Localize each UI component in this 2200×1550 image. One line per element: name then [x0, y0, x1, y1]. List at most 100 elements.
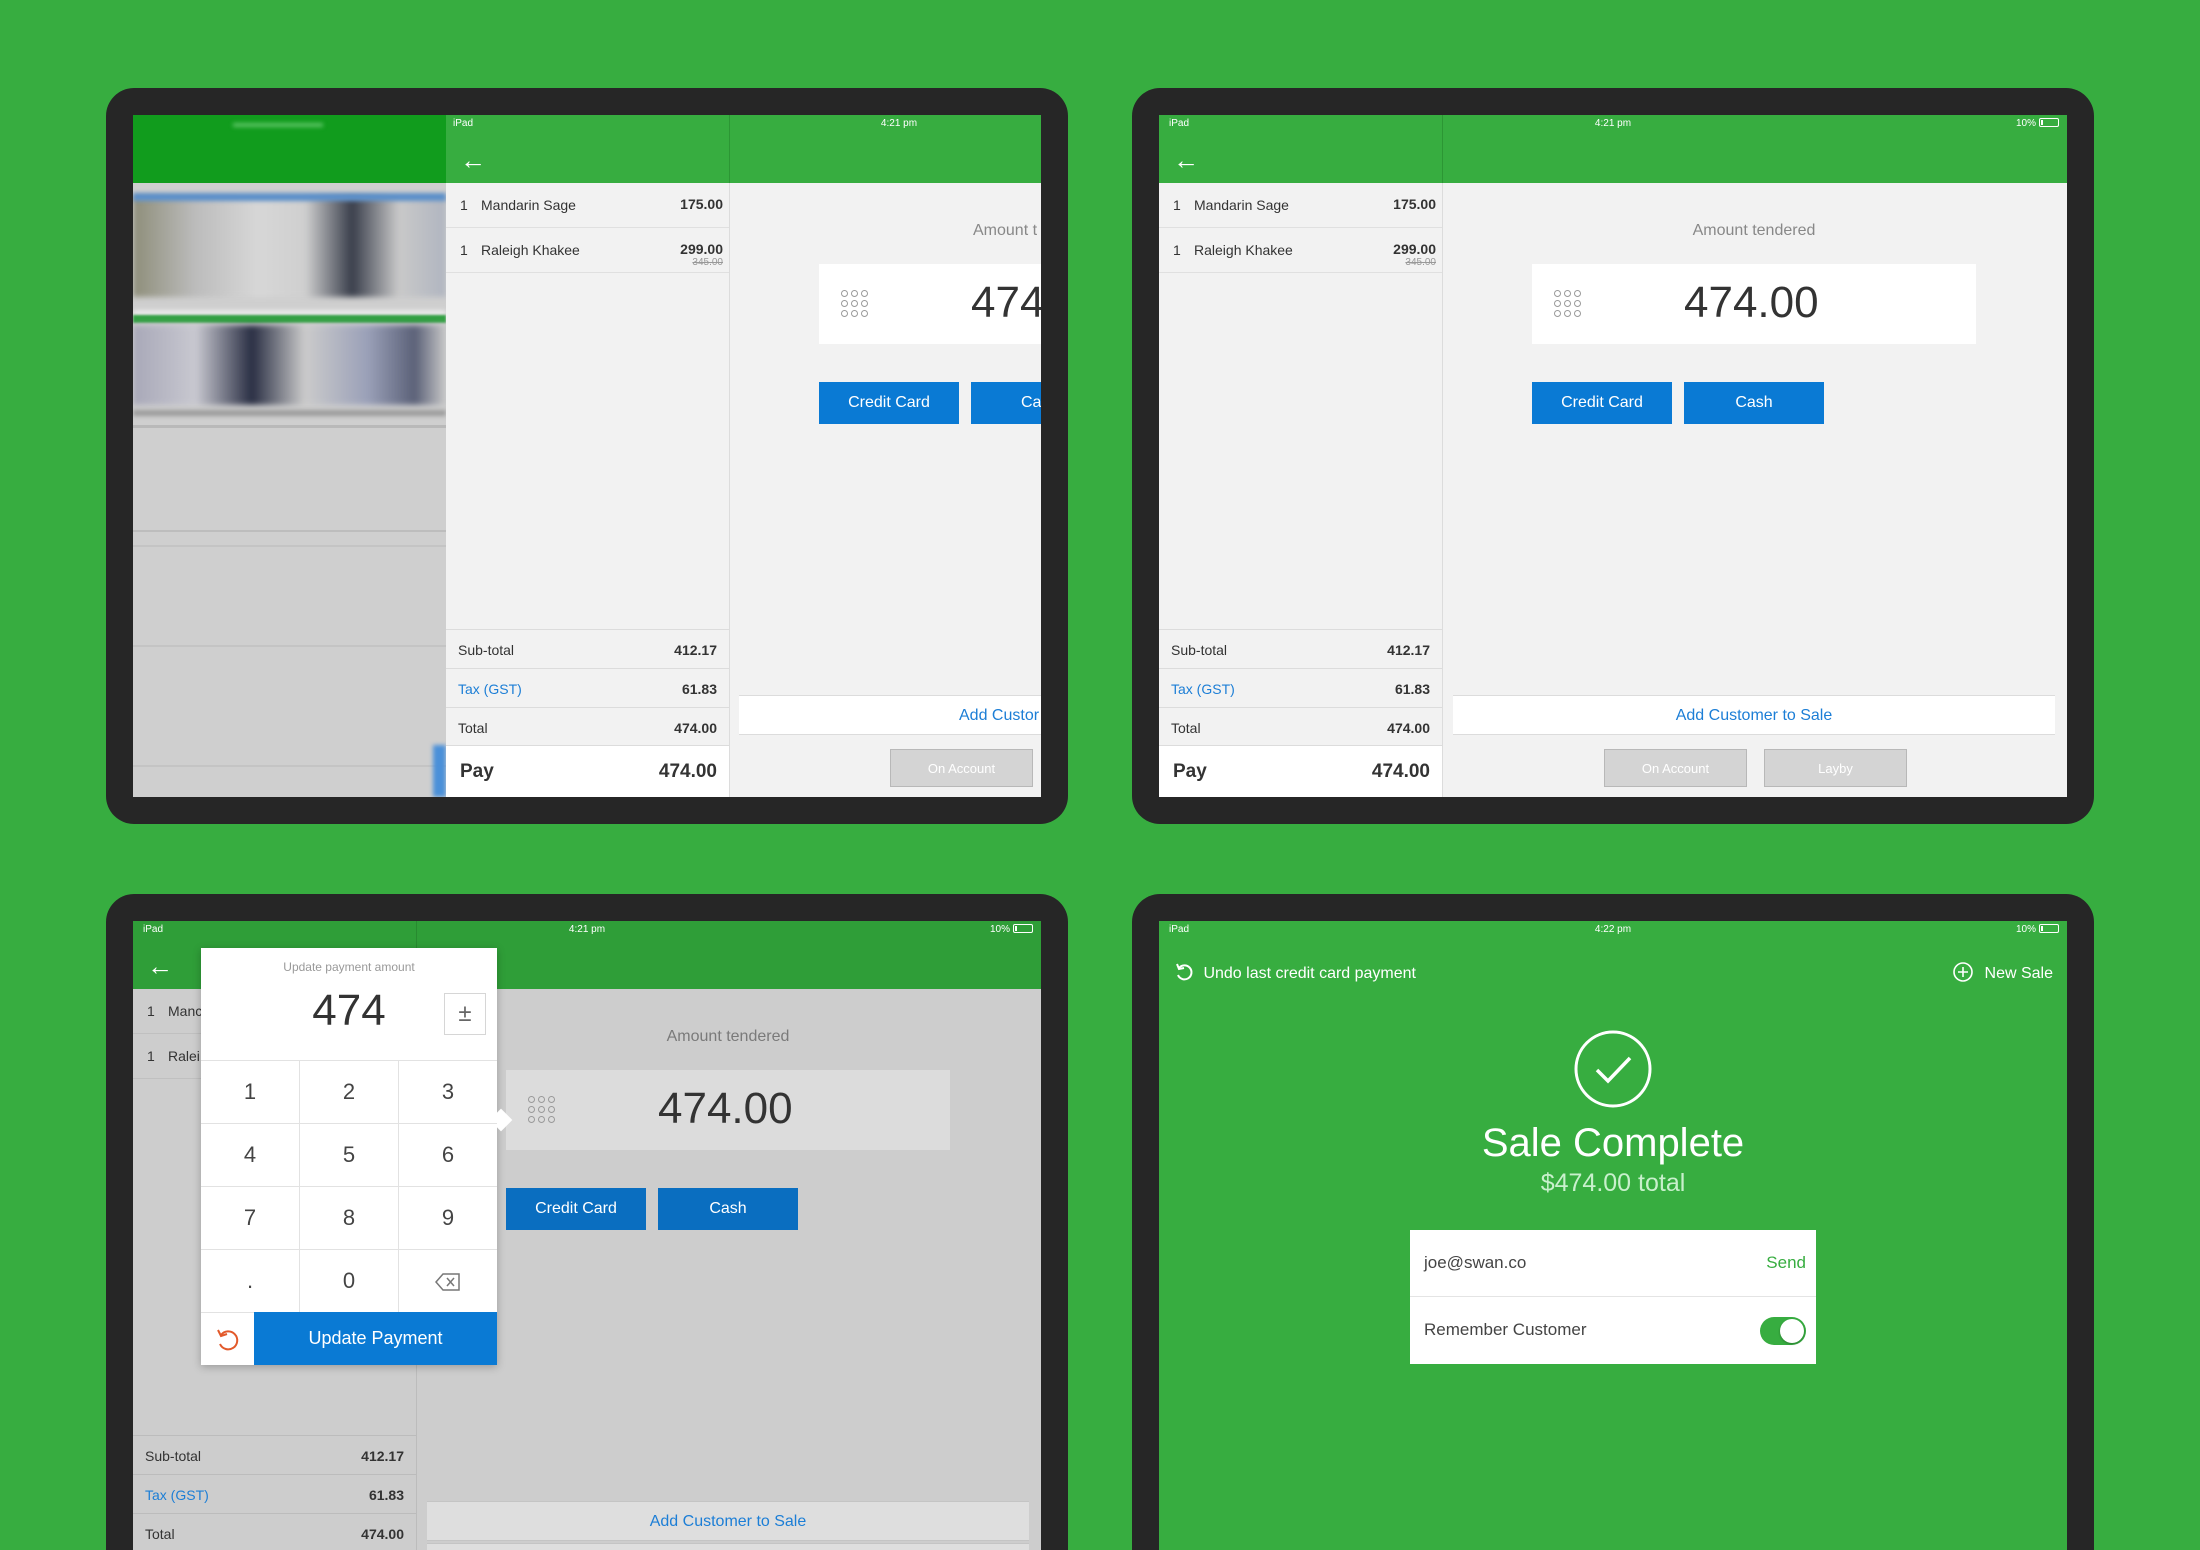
ipad-device-d: iPad 4:22 pm 10% Undo last credit card p… — [1132, 894, 2094, 1550]
back-arrow-icon[interactable]: ← — [1173, 147, 1199, 173]
keypad-icon[interactable] — [528, 1096, 556, 1124]
keypad-key[interactable]: . — [201, 1250, 300, 1313]
send-button[interactable]: Send — [1766, 1253, 1806, 1273]
update-payment-button[interactable]: Update Payment — [254, 1312, 497, 1365]
keypad-key[interactable]: 4 — [201, 1124, 300, 1187]
on-account-button[interactable]: On Account — [890, 749, 1033, 787]
amount-value: 474 — [971, 278, 1041, 327]
remember-customer-label: Remember Customer — [1424, 1320, 1587, 1339]
subtotal-row: Sub-total 412.17 — [133, 1435, 416, 1474]
undo-icon — [1176, 963, 1193, 981]
amount-value: 474.00 — [1684, 278, 1819, 327]
credit-card-button[interactable]: Credit Card — [819, 382, 959, 424]
ipad-screen-a: iPad 4:21 pm ← 1 Mandarin Sage 175.00 1 Ral… — [133, 115, 1041, 797]
total-row: Total 474.00 — [446, 707, 729, 746]
pay-button[interactable]: Pay 474.00 — [1159, 745, 1442, 797]
battery-icon — [1013, 924, 1033, 933]
amount-input[interactable]: 474.00 — [1532, 264, 1976, 344]
plus-circle-icon — [1953, 962, 1973, 982]
keypad-key[interactable]: 3 — [399, 1061, 497, 1124]
tax-row[interactable]: Tax (GST) 61.83 — [446, 668, 729, 707]
reset-button[interactable] — [201, 1312, 254, 1365]
keypad-key[interactable]: 5 — [300, 1124, 399, 1187]
cash-button[interactable]: Cash — [1684, 382, 1824, 424]
customer-card: joe@swan.co Send Remember Customer — [1410, 1230, 1816, 1364]
carrier-label: iPad — [1169, 118, 1190, 129]
total-row: Total 474.00 — [133, 1513, 416, 1550]
ipad-device-c: iPad 4:21 pm 10% ← 1 Manc 1 Ralei Sub-tota… — [106, 894, 1068, 1550]
amount-tendered-label: Amount tendered — [1692, 222, 1816, 239]
carrier-label: iPad — [453, 118, 474, 129]
amount-tendered-label: Amount tendered — [666, 1028, 790, 1045]
plus-minus-button[interactable]: ± — [444, 993, 486, 1035]
keypad-icon[interactable] — [1554, 290, 1582, 318]
keypad-grid: 123 456 789.0 — [201, 1060, 497, 1313]
keypad-key[interactable]: 6 — [399, 1124, 497, 1187]
total-row: Total 474.00 — [1159, 707, 1442, 746]
keypad-key[interactable]: 7 — [201, 1187, 300, 1250]
sale-complete-title: Sale Complete — [1481, 1121, 1745, 1165]
sale-list-pane: 1 Mandarin Sage 175.00 1 Raleigh Khakee 299.… — [1159, 183, 1443, 797]
ipad-device-b: iPad 4:21 pm 10% ← 1 Mandarin Sage 175.00 … — [1132, 88, 2094, 824]
keypad-key[interactable]: 9 — [399, 1187, 497, 1250]
battery-indicator: 10% — [2016, 118, 2059, 129]
tax-row[interactable]: Tax (GST) 61.83 — [133, 1474, 416, 1513]
layby-button[interactable]: Layby — [1764, 749, 1907, 787]
credit-card-button[interactable]: Credit Card — [506, 1188, 646, 1230]
keypad-key[interactable]: 8 — [300, 1187, 399, 1250]
email-field[interactable]: joe@swan.co Send — [1410, 1230, 1816, 1297]
sale-list-pane: 1 Mandarin Sage 175.00 1 Raleigh Khakee 299.… — [446, 183, 730, 797]
carrier-label: iPad — [1169, 924, 1190, 935]
list-item[interactable]: 1 Mandarin Sage 175.00 — [446, 183, 729, 228]
keypad-key[interactable]: 0 — [300, 1250, 399, 1313]
status-bar: iPad 4:22 pm 10% — [1159, 921, 2067, 939]
cash-button[interactable]: Ca — [971, 382, 1041, 424]
list-item[interactable]: 1 Mandarin Sage 175.00 — [1159, 183, 1442, 228]
clock: 4:22 pm — [1594, 924, 1632, 935]
keypad-key[interactable]: 2 — [300, 1061, 399, 1124]
remember-customer-toggle[interactable] — [1760, 1317, 1806, 1345]
subtotal-row: Sub-total 412.17 — [446, 629, 729, 668]
add-customer-button[interactable]: Add Customer to Sale — [427, 1501, 1029, 1541]
battery-indicator: 10% — [2016, 924, 2059, 935]
status-bar: iPad 4:21 pm 10% — [1159, 115, 2067, 133]
on-account-button[interactable]: On Account — [1604, 749, 1747, 787]
list-item[interactable]: 1 Raleigh Khakee 299.00 345.00 — [1159, 228, 1442, 273]
back-arrow-icon[interactable]: ← — [147, 953, 173, 979]
popover-title: Update payment amount — [283, 960, 415, 974]
battery-indicator: 10% — [990, 924, 1033, 935]
list-item[interactable]: 1 Raleigh Khakee 299.00 345.00 — [446, 228, 729, 273]
sale-total-text: $474.00 total — [1540, 1169, 1686, 1197]
backspace-icon — [435, 1273, 460, 1291]
add-customer-button[interactable]: Add Custor — [739, 695, 1041, 735]
credit-card-button[interactable]: Credit Card — [1532, 382, 1672, 424]
battery-icon — [2039, 924, 2059, 933]
tax-row[interactable]: Tax (GST) 61.83 — [1159, 668, 1442, 707]
amount-input[interactable]: 474.00 — [506, 1070, 950, 1150]
cash-button[interactable]: Cash — [658, 1188, 798, 1230]
undo-payment-button[interactable]: Undo last credit card payment — [1173, 961, 1416, 985]
ipad-screen-d: iPad 4:22 pm 10% Undo last credit card p… — [1159, 921, 2067, 1550]
keypad-value: 474 — [312, 986, 386, 1035]
carrier-label: iPad — [143, 924, 164, 935]
status-bar: iPad 4:21 pm 10% — [133, 921, 1041, 939]
keypad-key[interactable]: 1 — [201, 1061, 300, 1124]
undo-icon — [217, 1329, 239, 1351]
ipad-screen-c: iPad 4:21 pm 10% ← 1 Manc 1 Ralei Sub-tota… — [133, 921, 1041, 1550]
add-customer-button[interactable]: Add Customer to Sale — [1453, 695, 2055, 735]
amount-input[interactable]: 474 — [819, 264, 1041, 344]
status-bar: iPad 4:21 pm — [133, 115, 1041, 133]
keypad-icon[interactable] — [841, 290, 869, 318]
backspace-key[interactable] — [399, 1250, 497, 1313]
ipad-device-a: iPad 4:21 pm ← 1 Mandarin Sage 175.00 1 Ral… — [106, 88, 1068, 824]
pay-button[interactable]: Pay 474.00 — [446, 745, 729, 797]
update-payment-popover: Update payment amount 474 ± 123456789.0 … — [201, 948, 513, 1365]
subtotal-row: Sub-total 412.17 — [1159, 629, 1442, 668]
battery-icon — [2039, 118, 2059, 127]
clock: 4:21 pm — [1594, 118, 1632, 129]
check-circle-icon — [1574, 1030, 1652, 1108]
amount-value: 474.00 — [658, 1084, 793, 1133]
clock: 4:21 pm — [880, 118, 918, 129]
back-arrow-icon[interactable]: ← — [460, 147, 486, 173]
new-sale-button[interactable]: New Sale — [1952, 961, 2053, 985]
